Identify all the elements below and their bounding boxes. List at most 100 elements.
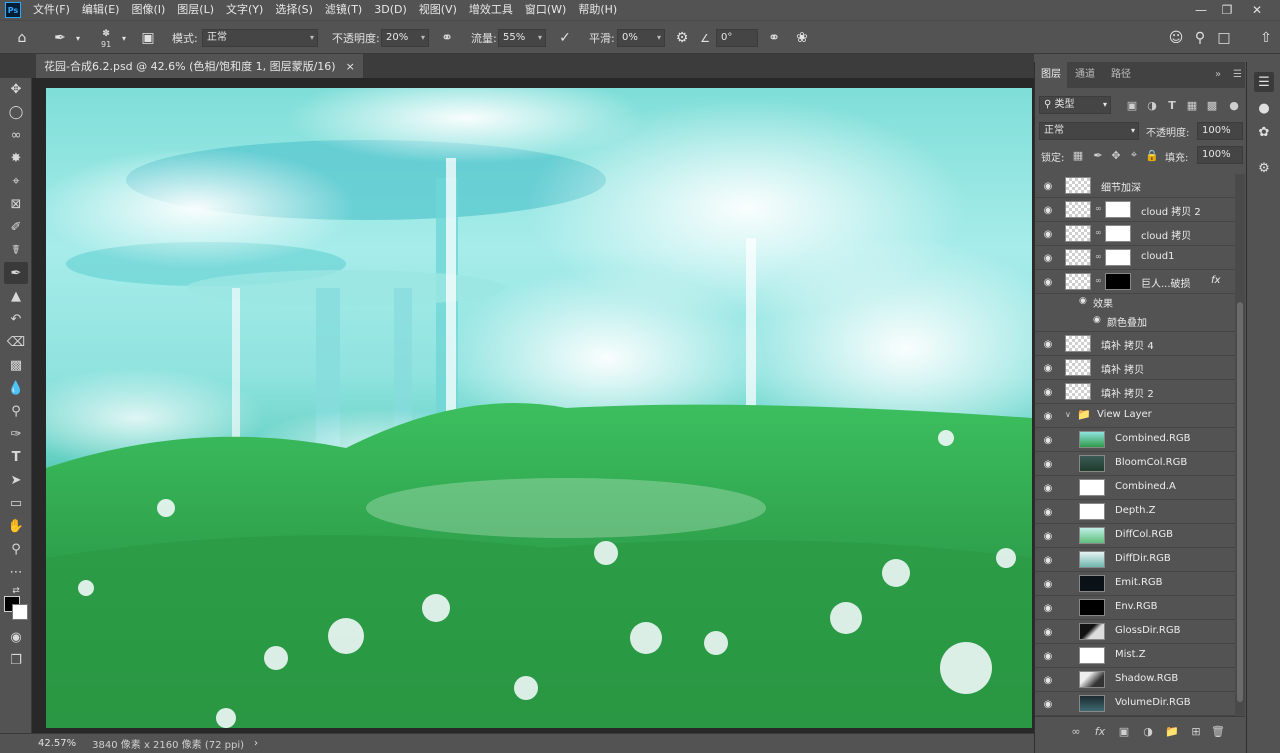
rectangle-tool-icon[interactable]: ▭	[4, 492, 28, 514]
restore-icon[interactable]: ❐	[1214, 0, 1240, 20]
move-tool-icon[interactable]: ✥	[4, 78, 28, 100]
panel-collapse-icon[interactable]: »	[1209, 62, 1227, 88]
layer-row[interactable]: ◉ Combined.A	[1035, 476, 1235, 500]
filter-shape-icon[interactable]: ▦	[1185, 98, 1199, 112]
layer-opacity-input[interactable]: 100%	[1197, 122, 1243, 140]
menu-3d[interactable]: 3D(D)	[368, 0, 413, 20]
document-tab[interactable]: 花园-合成6.2.psd @ 42.6% (色相/饱和度 1, 图层蒙版/16)…	[36, 54, 363, 78]
pressure-size-icon[interactable]: ⚭	[764, 29, 784, 47]
background-color-swatch[interactable]	[12, 604, 28, 620]
opacity-input[interactable]: 20% ▾	[381, 29, 429, 47]
eye-icon[interactable]: ◉	[1041, 337, 1055, 351]
eye-icon[interactable]: ◉	[1041, 203, 1055, 217]
tab-channels[interactable]: 通道	[1069, 62, 1101, 88]
search-icon[interactable]: ⚲	[1190, 29, 1210, 47]
eye-icon[interactable]: ◉	[1041, 361, 1055, 375]
filter-smart-object-icon[interactable]: ▩	[1205, 98, 1219, 112]
layer-effects-badge[interactable]: fx	[1211, 275, 1220, 286]
eye-icon[interactable]: ◉	[1041, 649, 1055, 663]
chevron-down-icon[interactable]: ▾	[72, 29, 84, 47]
filter-toggle-icon[interactable]: ●	[1227, 98, 1241, 112]
share-icon[interactable]: ⇧	[1256, 29, 1276, 47]
magic-wand-icon[interactable]: ✸	[4, 147, 28, 169]
effect-item-row[interactable]: ◉ 颜色叠加	[1035, 312, 1235, 332]
frame-tool-icon[interactable]: ⊠	[4, 193, 28, 215]
pen-tool-icon[interactable]: ✑	[4, 423, 28, 445]
menu-help[interactable]: 帮助(H)	[572, 0, 623, 20]
menu-edit[interactable]: 编辑(E)	[76, 0, 126, 20]
eye-icon[interactable]: ◉	[1041, 673, 1055, 687]
delete-layer-icon[interactable]: 🗑	[1211, 724, 1225, 738]
eyedropper-icon[interactable]: ✐	[4, 216, 28, 238]
gradient-tool-icon[interactable]: ▩	[4, 354, 28, 376]
eye-icon[interactable]: ◉	[1041, 505, 1055, 519]
brush-settings-icon[interactable]: ▣	[138, 29, 158, 47]
layers-panel-icon[interactable]: ☰	[1254, 72, 1274, 92]
menu-filter[interactable]: 滤镜(T)	[319, 0, 368, 20]
eye-icon[interactable]: ◉	[1041, 481, 1055, 495]
eye-icon[interactable]: ◉	[1041, 179, 1055, 193]
document-canvas-image[interactable]	[46, 88, 1032, 728]
layer-row[interactable]: ◉ Env.RGB	[1035, 596, 1235, 620]
chevron-down-icon[interactable]: ∨	[1065, 410, 1071, 419]
eye-icon[interactable]: ◉	[1041, 227, 1055, 241]
chevron-down-icon[interactable]: ▾	[118, 29, 130, 47]
new-layer-icon[interactable]: ⊞	[1189, 724, 1203, 738]
menu-window[interactable]: 窗口(W)	[519, 0, 572, 20]
lock-all-icon[interactable]: 🔒	[1145, 148, 1159, 162]
new-group-icon[interactable]: 📁	[1165, 724, 1179, 738]
zoom-tool-icon[interactable]: ⚲	[4, 538, 28, 560]
screen-mode-icon[interactable]: ❐	[4, 649, 28, 671]
lasso-tool-icon[interactable]: ∞	[4, 124, 28, 146]
status-menu-arrow[interactable]: ›	[254, 738, 258, 749]
pressure-opacity-icon[interactable]: ⚭	[437, 29, 457, 47]
dodge-tool-icon[interactable]: ⚲	[4, 400, 28, 422]
hand-tool-icon[interactable]: ✋	[4, 515, 28, 537]
layer-row[interactable]: ◉ ∞ cloud 拷贝	[1035, 222, 1235, 246]
eye-icon[interactable]: ◉	[1041, 275, 1055, 289]
eye-icon[interactable]: ◉	[1041, 625, 1055, 639]
marquee-tool-icon[interactable]: ◯	[4, 101, 28, 123]
quick-mask-icon[interactable]: ◉	[4, 626, 28, 648]
mode-select[interactable]: 正常 ▾	[202, 29, 318, 47]
layer-row[interactable]: ◉ 填补 拷贝	[1035, 356, 1235, 380]
menu-type[interactable]: 文字(Y)	[220, 0, 269, 20]
eye-icon[interactable]: ◉	[1041, 409, 1055, 423]
eye-icon[interactable]: ◉	[1079, 296, 1087, 306]
layer-row[interactable]: ◉ 填补 拷贝 4	[1035, 332, 1235, 356]
eye-icon[interactable]: ◉	[1041, 553, 1055, 567]
layer-row[interactable]: ◉ ∞ cloud 拷贝 2	[1035, 198, 1235, 222]
layer-row[interactable]: ◉ Depth.Z	[1035, 500, 1235, 524]
layer-group-row[interactable]: ◉ ∨ 📁 View Layer	[1035, 404, 1235, 428]
brush-tool-icon[interactable]: ✒	[4, 262, 28, 284]
menu-file[interactable]: 文件(F)	[27, 0, 76, 20]
tab-paths[interactable]: 路径	[1105, 62, 1137, 88]
lock-pixels-icon[interactable]: ✒	[1091, 148, 1105, 162]
blur-tool-icon[interactable]: 💧	[4, 377, 28, 399]
close-window-icon[interactable]: ✕	[1244, 0, 1270, 20]
type-tool-icon[interactable]: T	[4, 446, 28, 468]
home-icon[interactable]: ⌂	[12, 29, 32, 47]
layer-filter-select[interactable]: ⚲ 类型 ▾	[1039, 96, 1111, 114]
properties-panel-icon[interactable]: ⚙	[1254, 158, 1274, 178]
clone-stamp-icon[interactable]: ▲	[4, 285, 28, 307]
effects-row[interactable]: ◉ 效果	[1035, 294, 1235, 312]
eye-icon[interactable]: ◉	[1093, 315, 1101, 325]
lock-artboard-icon[interactable]: ⌖	[1127, 148, 1141, 162]
history-brush-icon[interactable]: ↶	[4, 308, 28, 330]
eye-icon[interactable]: ◉	[1041, 529, 1055, 543]
zoom-level[interactable]: 42.57%	[38, 738, 76, 749]
share-user-icon[interactable]: ☺	[1166, 29, 1186, 47]
blend-mode-select[interactable]: 正常 ▾	[1039, 122, 1139, 140]
layer-row[interactable]: ◉ VolumeDir.RGB	[1035, 692, 1235, 716]
layer-row[interactable]: ◉ Mist.Z	[1035, 644, 1235, 668]
layer-row[interactable]: ◉ BloomCol.RGB	[1035, 452, 1235, 476]
layer-row[interactable]: ◉ Shadow.RGB	[1035, 668, 1235, 692]
filter-adjustment-icon[interactable]: ◑	[1145, 98, 1159, 112]
gear-icon[interactable]: ⚙	[672, 29, 692, 47]
smoothing-input[interactable]: 0% ▾	[617, 29, 665, 47]
channels-panel-icon[interactable]: ●	[1254, 98, 1274, 118]
close-tab-icon[interactable]: ×	[346, 60, 355, 73]
crop-tool-icon[interactable]: ⌖	[4, 170, 28, 192]
layer-row[interactable]: ◉ DiffCol.RGB	[1035, 524, 1235, 548]
